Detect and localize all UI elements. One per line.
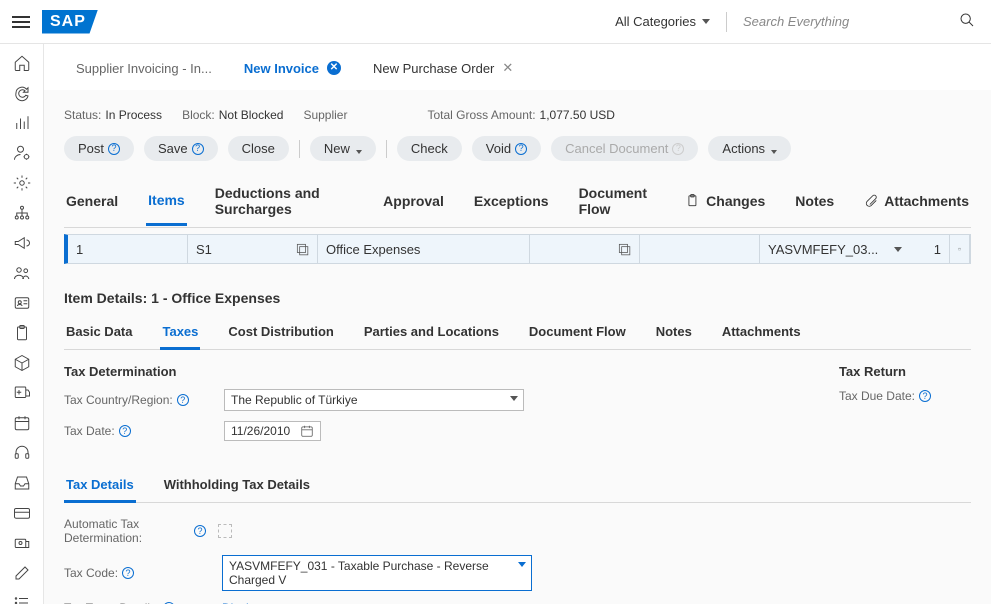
tab-items[interactable]: Items: [146, 177, 187, 226]
value-help-icon[interactable]: [295, 242, 309, 256]
sap-logo: SAP: [42, 10, 98, 34]
item-row[interactable]: 1 S1 Office Expenses YASVMFEFY_03... 1: [64, 234, 971, 264]
id-card-icon[interactable]: [12, 294, 32, 312]
subtab-document-flow[interactable]: Document Flow: [527, 316, 628, 349]
cell-row-number: 1: [68, 235, 188, 263]
auto-tax-checkbox[interactable]: [218, 524, 232, 538]
tax-detail-tabs: Tax Details Withholding Tax Details: [64, 469, 971, 503]
package-icon[interactable]: [12, 354, 32, 372]
tax-due-date-label: Tax Due Date:?: [839, 389, 931, 403]
analytics-icon[interactable]: [12, 114, 32, 132]
action-buttons: Post? Save? Close New Check Void? Cancel…: [64, 136, 971, 175]
subtab-notes[interactable]: Notes: [654, 316, 694, 349]
cell-product-id[interactable]: S1: [188, 235, 318, 263]
help-icon[interactable]: ?: [194, 525, 206, 537]
tax-determination-title: Tax Determination: [64, 364, 524, 379]
save-button[interactable]: Save?: [144, 136, 218, 161]
tab-new-invoice[interactable]: New Invoice ✕: [232, 55, 353, 82]
payment-icon[interactable]: [12, 534, 32, 552]
tab-new-purchase-order[interactable]: New Purchase Order ✕: [361, 54, 525, 82]
check-button[interactable]: Check: [397, 136, 462, 161]
close-button[interactable]: Close: [228, 136, 289, 161]
credit-card-icon[interactable]: [12, 504, 32, 522]
subtab-cost-distribution[interactable]: Cost Distribution: [226, 316, 335, 349]
people-icon[interactable]: [12, 264, 32, 282]
separator: [726, 12, 727, 32]
search-icon[interactable]: [959, 12, 975, 31]
cell-quantity[interactable]: 1: [910, 235, 950, 263]
list-icon[interactable]: [12, 594, 32, 604]
item-subtabs: Basic Data Taxes Cost Distribution Parti…: [64, 316, 971, 350]
subtab-basic-data[interactable]: Basic Data: [64, 316, 134, 349]
category-label: All Categories: [615, 14, 696, 29]
user-settings-icon[interactable]: [12, 144, 32, 162]
cancel-document-button: Cancel Document?: [551, 136, 698, 161]
tax-country-select[interactable]: The Republic of Türkiye: [224, 389, 524, 411]
subtab-attachments[interactable]: Attachments: [720, 316, 803, 349]
tab-exceptions[interactable]: Exceptions: [472, 177, 551, 225]
tab-withholding[interactable]: Withholding Tax Details: [162, 469, 312, 502]
cell-value-help[interactable]: [530, 235, 640, 263]
inbox-icon[interactable]: [12, 474, 32, 492]
sidebar: [0, 44, 44, 604]
invoice-tabs: General Items Deductions and Surcharges …: [64, 175, 971, 228]
status-line: Status:In Process Block:Not Blocked Supp…: [64, 102, 971, 136]
post-button[interactable]: Post?: [64, 136, 134, 161]
tab-supplier-invoicing[interactable]: Supplier Invoicing - In...: [64, 55, 224, 82]
value-help-icon[interactable]: [617, 242, 631, 256]
cell-tax-code[interactable]: YASVMFEFY_03...: [760, 235, 910, 263]
home-icon[interactable]: [12, 54, 32, 72]
tab-tax-details[interactable]: Tax Details: [64, 469, 136, 503]
top-bar: SAP All Categories: [0, 0, 991, 44]
tab-attachments[interactable]: Attachments: [862, 177, 971, 225]
cell-date-picker[interactable]: [950, 235, 970, 263]
cell-description[interactable]: Office Expenses: [318, 235, 530, 263]
chevron-down-icon[interactable]: [894, 247, 902, 252]
new-button[interactable]: New: [310, 136, 376, 161]
tab-general[interactable]: General: [64, 177, 120, 225]
tab-changes[interactable]: Changes: [684, 177, 767, 225]
org-icon[interactable]: [12, 204, 32, 222]
search-input[interactable]: [739, 10, 979, 33]
gear-icon[interactable]: [12, 174, 32, 192]
megaphone-icon[interactable]: [12, 234, 32, 252]
menu-icon[interactable]: [12, 16, 30, 28]
edit-icon[interactable]: [12, 564, 32, 582]
close-icon[interactable]: ✕: [327, 61, 341, 75]
tax-return-title: Tax Return: [839, 364, 931, 379]
tab-document-flow[interactable]: Document Flow: [577, 177, 659, 225]
worklist-tabs: Supplier Invoicing - In... New Invoice ✕…: [44, 44, 991, 90]
calendar-icon[interactable]: [12, 414, 32, 432]
tab-deductions[interactable]: Deductions and Surcharges: [213, 177, 355, 225]
tab-notes[interactable]: Notes: [793, 177, 836, 225]
auto-tax-label: Automatic Tax Determination:: [64, 517, 194, 545]
close-icon[interactable]: ✕: [502, 60, 513, 76]
calendar-icon[interactable]: [300, 424, 314, 438]
subtab-taxes[interactable]: Taxes: [160, 316, 200, 350]
tax-date-label: Tax Date:?: [64, 424, 224, 438]
item-details-title: Item Details: 1 - Office Expenses: [64, 290, 971, 306]
clipboard-icon[interactable]: [12, 324, 32, 342]
actions-button[interactable]: Actions: [708, 136, 791, 161]
tax-date-input[interactable]: 11/26/2010: [224, 421, 321, 441]
tax-code-label: Tax Code:?: [64, 566, 194, 580]
subtab-parties-locations[interactable]: Parties and Locations: [362, 316, 501, 349]
tax-code-select[interactable]: YASVMFEFY_031 - Taxable Purchase - Rever…: [222, 555, 532, 591]
headset-icon[interactable]: [12, 444, 32, 462]
tax-country-label: Tax Country/Region:?: [64, 393, 224, 407]
void-button[interactable]: Void?: [472, 136, 541, 161]
category-selector[interactable]: All Categories: [611, 10, 714, 33]
chevron-down-icon: [702, 19, 710, 24]
transfer-icon[interactable]: [12, 384, 32, 402]
tab-approval[interactable]: Approval: [381, 177, 446, 225]
refresh-icon[interactable]: [12, 84, 32, 102]
cell-blank: [640, 235, 760, 263]
